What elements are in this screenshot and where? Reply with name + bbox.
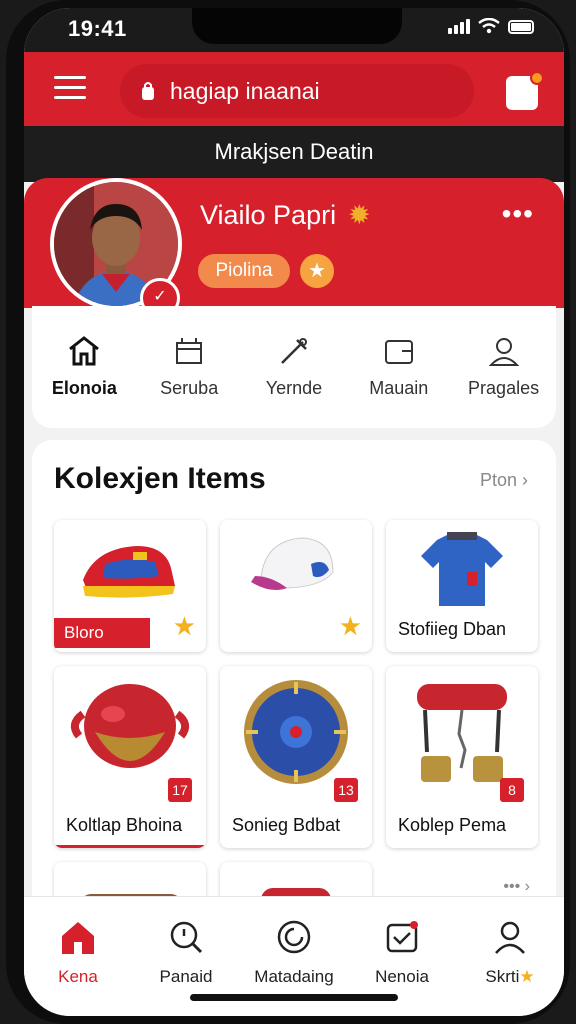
quick-nav: Elonoia Seruba Yernde Mauain Pragales: [32, 306, 556, 428]
section-title: Kolexjen Items: [54, 462, 266, 495]
star-badge-icon: ★: [300, 254, 334, 288]
see-more-link[interactable]: Pton ›: [480, 470, 528, 491]
wallet-icon: [351, 332, 447, 370]
quick-nav-item-tools[interactable]: Yernde: [246, 332, 342, 428]
tab-label: Nenoia: [375, 967, 429, 986]
quick-nav-item-profile[interactable]: Pragales: [456, 332, 552, 428]
inbox-icon: [352, 917, 452, 957]
quick-nav-item-shop[interactable]: Seruba: [141, 332, 237, 428]
status-icons: [448, 18, 534, 34]
item-card[interactable]: 13 Sonieg Bdbat: [220, 666, 372, 848]
signal-icon: [448, 18, 470, 34]
item-label: Stofiieg Dban: [398, 619, 507, 639]
quick-nav-label: Elonoia: [51, 378, 117, 398]
star-icon: ★: [519, 967, 535, 986]
home-icon: [36, 332, 132, 370]
card-divider: [54, 845, 206, 848]
profile-tag: Piolina: [198, 254, 290, 288]
battery-icon: [508, 20, 534, 34]
see-more-label: Pton: [479, 470, 517, 490]
wifi-icon: [478, 18, 500, 34]
item-card[interactable]: 8 Koblep Pema: [386, 666, 538, 848]
item-card[interactable]: ★: [220, 520, 372, 652]
quick-nav-item-wallet[interactable]: Mauain: [351, 332, 447, 428]
app-bar: [24, 52, 564, 126]
star-icon[interactable]: ★: [173, 611, 196, 642]
notification-button[interactable]: [506, 71, 544, 110]
tab-label: Kena: [58, 967, 98, 986]
quick-nav-label: Mauain: [369, 378, 429, 398]
tab-label-text: Skrti: [485, 967, 520, 986]
search-icon: [136, 917, 236, 957]
collection-section: Kolexjen Items Pton › Bloro ★ ★ Stofiieg…: [32, 440, 556, 922]
quick-nav-item-home[interactable]: Elonoia: [36, 332, 132, 428]
page-banner: Mrakjsen Deatin: [24, 126, 564, 182]
camera-notch: [192, 8, 402, 44]
item-card[interactable]: Stofiieg Dban: [386, 520, 538, 652]
item-count-badge: 17: [168, 778, 192, 802]
tab-profile[interactable]: Skrti★: [460, 917, 560, 1016]
search-input[interactable]: [170, 77, 430, 105]
sneaker-icon: [83, 546, 175, 598]
more-options-icon[interactable]: •••: [502, 198, 534, 230]
tab-inbox[interactable]: Nenoia: [352, 917, 452, 1016]
tab-label: Skrti★: [460, 967, 560, 987]
tab-label: Matadaing: [254, 967, 334, 986]
user-icon: [456, 332, 552, 370]
profile-name: Viailo Papri: [200, 200, 337, 230]
more-dots: •••: [503, 878, 521, 895]
item-label: Sonieg Bdbat: [232, 815, 341, 835]
tab-home[interactable]: Kena: [28, 917, 128, 1016]
more-dots-link[interactable]: ••• ›: [503, 878, 530, 896]
notification-dot: [530, 71, 544, 85]
star-icon[interactable]: ★: [339, 611, 362, 642]
screen: 19:41 Mrakjsen Deatin: [24, 8, 564, 1016]
phone-frame: 19:41 Mrakjsen Deatin: [6, 0, 570, 1024]
quick-nav-label: Seruba: [160, 378, 219, 398]
item-count-badge: 8: [500, 778, 524, 802]
cap-icon: [251, 537, 334, 590]
tab-target[interactable]: Matadaing: [244, 917, 344, 1016]
dumbbell-icon: [417, 684, 507, 782]
status-time: 19:41: [68, 16, 127, 41]
shield-icon: [244, 680, 348, 784]
shop-icon: [141, 332, 237, 370]
item-label: Koblep Pema: [398, 815, 507, 835]
profile-icon: [460, 917, 560, 957]
search-bar[interactable]: [120, 64, 474, 118]
tab-label: Panaid: [159, 967, 213, 986]
item-card[interactable]: 17 Koltlap Bhoina: [54, 666, 206, 848]
item-count-badge: 13: [334, 778, 358, 802]
item-tag: Bloro: [54, 618, 150, 648]
tools-icon: [246, 332, 342, 370]
helmet-icon: [70, 684, 190, 768]
jersey-icon: [421, 532, 503, 606]
quick-nav-label: Pragales: [468, 378, 540, 398]
quick-nav-label: Yernde: [265, 378, 323, 398]
profile-card: ✓ Viailo Papri ✹ ••• Piolina ★: [24, 178, 564, 318]
item-card[interactable]: Bloro ★: [54, 520, 206, 652]
tab-search[interactable]: Panaid: [136, 917, 236, 1016]
bag-icon: [140, 81, 156, 101]
target-icon: [244, 917, 344, 957]
status-bar: 19:41: [24, 8, 564, 52]
home-icon: [28, 917, 128, 957]
menu-icon[interactable]: [54, 76, 86, 102]
item-label: Koltlap Bhoina: [66, 815, 183, 835]
gear-icon[interactable]: ✹: [348, 200, 371, 231]
home-indicator[interactable]: [190, 994, 398, 1001]
